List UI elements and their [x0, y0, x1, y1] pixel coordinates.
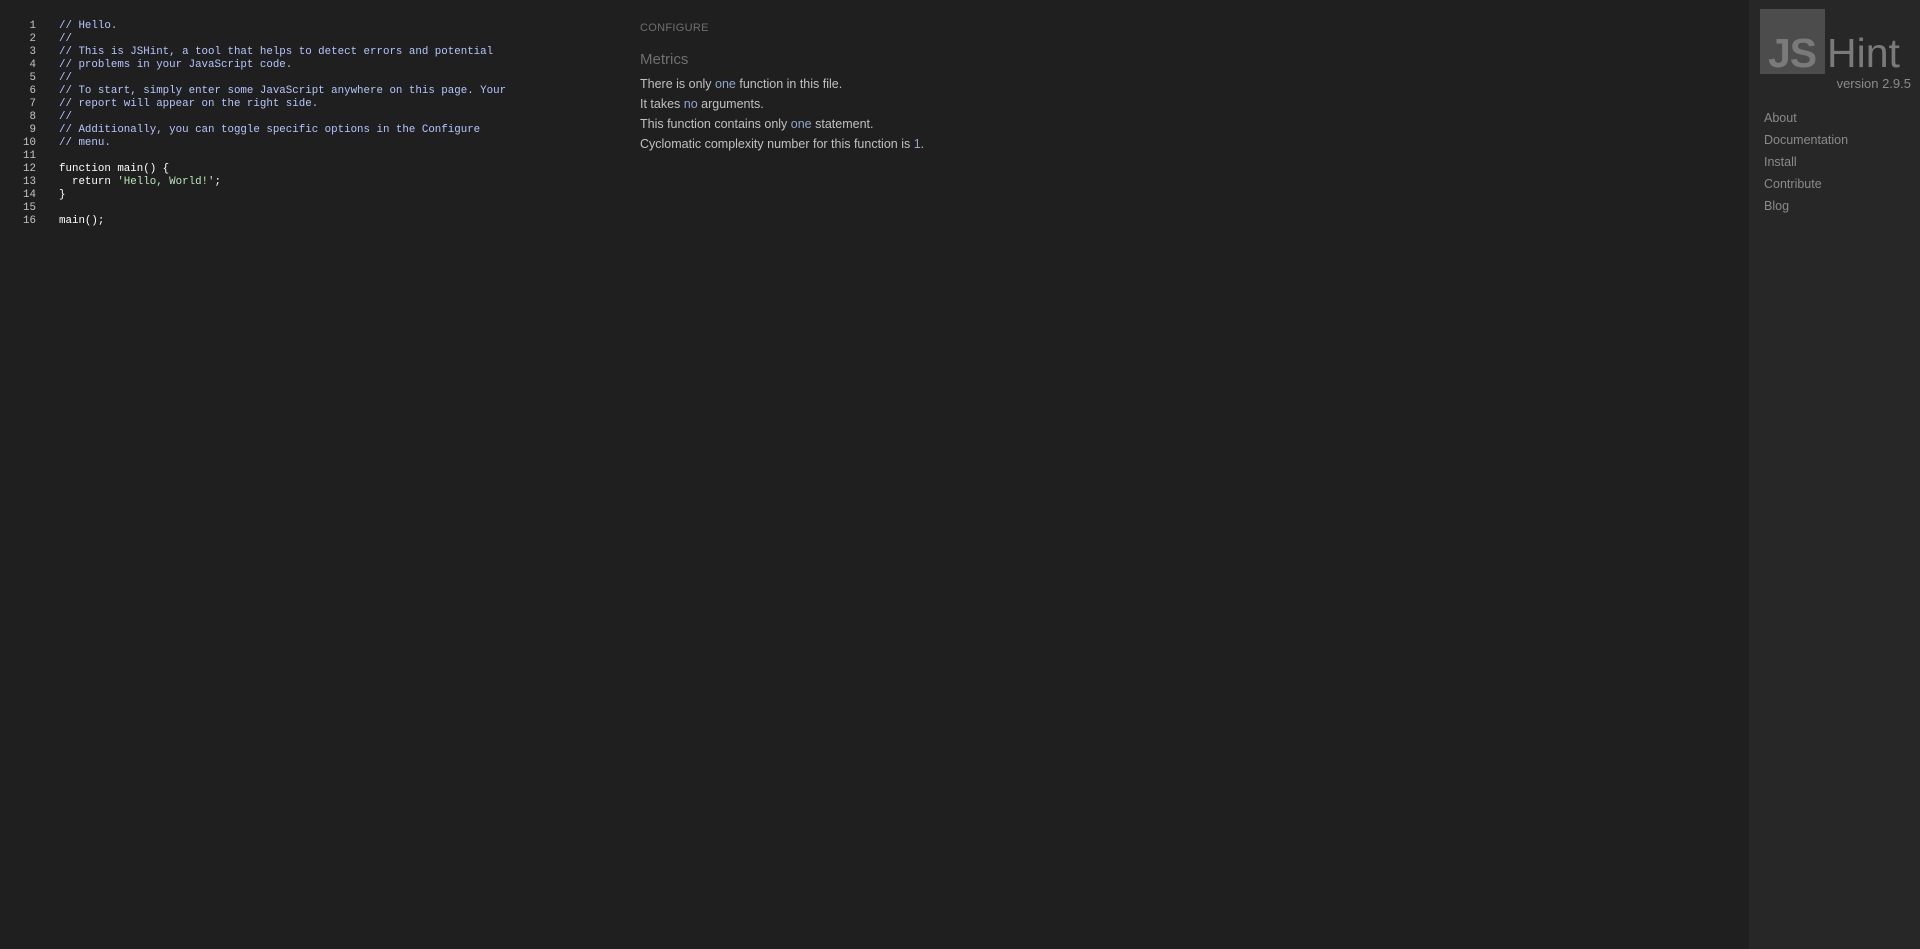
metric-text: arguments. [697, 97, 764, 111]
metric-text: Cyclomatic complexity number for this fu… [640, 137, 914, 151]
metric-text: It takes [640, 97, 684, 111]
code-text[interactable]: return 'Hello, World!'; [59, 176, 221, 189]
line-number: 10 [23, 137, 36, 149]
nav-item-blog[interactable]: Blog [1764, 195, 1848, 217]
metric-item: There is only one function in this file. [640, 74, 924, 94]
code-line[interactable]: 10 // menu. [0, 137, 620, 150]
line-number: 7 [29, 98, 36, 110]
metric-value: one [790, 117, 812, 131]
sidebar-nav: About Documentation Install Contribute B… [1764, 107, 1848, 217]
line-number: 9 [29, 124, 36, 136]
code-line[interactable]: 14 } [0, 189, 620, 202]
metric-value: no [683, 97, 698, 111]
metrics-heading: Metrics [640, 51, 689, 68]
code-line[interactable]: 13 return 'Hello, World!'; [0, 176, 620, 189]
metric-text: There is only [640, 77, 716, 91]
logo-js-text: JS [1768, 30, 1817, 76]
metric-text: . [920, 137, 925, 151]
code-text[interactable]: function main() { [59, 163, 169, 176]
line-number: 14 [23, 189, 36, 201]
code-line[interactable]: 2 // [0, 33, 620, 46]
logo-hint-text: Hint [1827, 30, 1900, 76]
code-text[interactable]: // Hello. [59, 20, 117, 33]
page: 1 // Hello. 2 // 3 // This is JSHint, a … [0, 0, 1920, 949]
line-number: 2 [29, 33, 36, 45]
configure-button[interactable]: CONFIGURE [640, 22, 924, 34]
code-text[interactable]: // problems in your JavaScript code. [59, 59, 292, 72]
code-line[interactable]: 1 // Hello. [0, 20, 620, 33]
code-text[interactable]: // [59, 72, 72, 85]
metric-text: This function contains only [640, 117, 791, 131]
code-text[interactable]: // To start, simply enter some JavaScrip… [59, 85, 506, 98]
line-number: 13 [23, 176, 36, 188]
line-number: 4 [29, 59, 36, 71]
code-line[interactable]: 4 // problems in your JavaScript code. [0, 59, 620, 72]
line-number: 6 [29, 85, 36, 97]
code-text[interactable]: // [59, 33, 72, 46]
code-editor[interactable]: 1 // Hello. 2 // 3 // This is JSHint, a … [0, 20, 620, 228]
metric-value: one [715, 77, 736, 91]
code-line[interactable]: 12 function main() { [0, 163, 620, 176]
code-line[interactable]: 15 [0, 202, 620, 215]
code-text[interactable]: // Additionally, you can toggle specific… [59, 124, 480, 137]
version-label: version 2.9.5 [1836, 76, 1911, 91]
code-line[interactable]: 6 // To start, simply enter some JavaScr… [0, 85, 620, 98]
nav-item-install[interactable]: Install [1764, 151, 1848, 173]
nav-item-documentation[interactable]: Documentation [1764, 129, 1848, 151]
code-line[interactable]: 7 // report will appear on the right sid… [0, 98, 620, 111]
nav-item-about[interactable]: About [1764, 107, 1848, 129]
report-panel: CONFIGURE Metrics There is only one func… [640, 22, 924, 154]
code-text[interactable]: } [59, 189, 65, 202]
code-line[interactable]: 9 // Additionally, you can toggle specif… [0, 124, 620, 137]
metric-item: This function contains only one statemen… [640, 114, 924, 134]
code-line[interactable]: 5 // [0, 72, 620, 85]
metric-item: Cyclomatic complexity number for this fu… [640, 134, 924, 154]
line-number: 11 [23, 150, 36, 162]
code-text[interactable]: // This is JSHint, a tool that helps to … [59, 46, 493, 59]
line-number: 8 [29, 111, 36, 123]
code-line[interactable]: 8 // [0, 111, 620, 124]
code-text[interactable]: // [59, 111, 72, 124]
line-number: 5 [29, 72, 36, 84]
metrics-list: There is only one function in this file.… [640, 74, 924, 154]
line-number: 12 [23, 163, 36, 175]
jshint-logo[interactable]: JS Hint [1760, 9, 1920, 75]
metric-text: statement. [811, 117, 874, 131]
code-line[interactable]: 16 main(); [0, 215, 620, 228]
string-literal: 'Hello, World!' [117, 176, 215, 188]
line-number: 1 [29, 20, 36, 32]
nav-item-contribute[interactable]: Contribute [1764, 173, 1848, 195]
line-number: 16 [23, 215, 36, 227]
code-text[interactable]: main(); [59, 215, 104, 228]
metric-text: function in this file. [735, 77, 843, 91]
line-number: 15 [23, 202, 36, 214]
metric-item: It takes no arguments. [640, 94, 924, 114]
sidebar: JS Hint version 2.9.5 About Documentatio… [1749, 0, 1920, 949]
code-text[interactable]: // menu. [59, 137, 111, 150]
metric-value: 1 [913, 137, 921, 151]
code-text[interactable]: // report will appear on the right side. [59, 98, 318, 111]
line-number: 3 [29, 46, 36, 58]
code-line[interactable]: 11 [0, 150, 620, 163]
code-line[interactable]: 3 // This is JSHint, a tool that helps t… [0, 46, 620, 59]
